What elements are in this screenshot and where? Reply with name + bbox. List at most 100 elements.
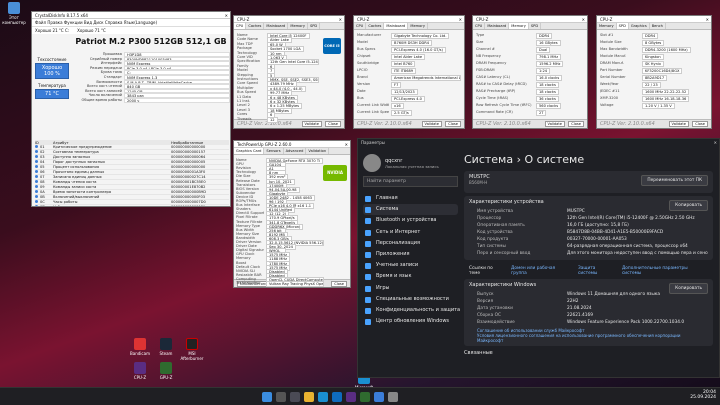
close-icon[interactable]: ✕ bbox=[582, 16, 585, 23]
validate-button[interactable]: Validate bbox=[668, 121, 689, 127]
close-icon[interactable]: ✕ bbox=[459, 16, 462, 23]
tab-spd[interactable]: SPD bbox=[308, 23, 321, 29]
crystaldiskinfo-icon[interactable] bbox=[374, 392, 384, 402]
tab-graphics-card[interactable]: Graphics Card bbox=[234, 148, 265, 154]
drive-tab[interactable]: Хорошо 21 °C C: bbox=[35, 28, 69, 33]
desktop-icon-this-pc[interactable]: Этот компьютер bbox=[2, 2, 26, 25]
tab-memory[interactable]: Memory bbox=[597, 23, 617, 29]
validate-button[interactable]: Validate bbox=[544, 121, 565, 127]
clock[interactable]: 20:04 25.09.2024 bbox=[690, 390, 716, 400]
desktop-icon-cpuz[interactable]: CPU-Z bbox=[128, 362, 152, 380]
sidebar-item[interactable]: Игры bbox=[363, 283, 458, 294]
sidebar-item[interactable]: Учетные записи bbox=[363, 260, 458, 271]
search-input[interactable]: Найти параметр bbox=[363, 176, 458, 187]
spec-field: FSB:DRAM 1:24 bbox=[476, 68, 551, 74]
edge-icon[interactable] bbox=[318, 392, 328, 402]
sidebar-item[interactable]: Персонализация bbox=[363, 238, 458, 249]
gpuz-icon[interactable] bbox=[360, 392, 370, 402]
sidebar-item[interactable]: Время и язык bbox=[363, 271, 458, 282]
user-profile[interactable]: qqcxnr Локальная учетная запись bbox=[363, 154, 458, 172]
menu-bar[interactable]: Файл Правка Функции Вид Диск Справка Язы… bbox=[32, 19, 230, 27]
tab-memory[interactable]: Memory bbox=[408, 23, 428, 29]
disk-model: Patriot M.2 P300 512GB 512,1 GB bbox=[75, 37, 227, 46]
close-button[interactable]: Close bbox=[325, 121, 341, 127]
close-icon[interactable]: ✕ bbox=[706, 16, 709, 23]
field-label: CAS# Latency (CL) bbox=[476, 75, 511, 79]
close-button[interactable]: Close bbox=[331, 281, 347, 287]
status-dot-icon bbox=[35, 165, 38, 169]
nvidia-logo: NVIDIA bbox=[323, 165, 347, 181]
tab-mainboard[interactable]: Mainboard bbox=[384, 23, 409, 29]
sidebar-item[interactable]: Центр обновления Windows bbox=[363, 316, 458, 327]
tab-sensors[interactable]: Sensors bbox=[264, 148, 284, 154]
tab-memory[interactable]: Memory bbox=[509, 23, 529, 29]
tab-graphics[interactable]: Graphics bbox=[629, 23, 650, 29]
spec-field: Part Number KF3200C16D4/8GX bbox=[600, 68, 683, 74]
tab-cpu[interactable]: CPU bbox=[354, 23, 367, 29]
tab-mainboard[interactable]: Mainboard bbox=[485, 23, 510, 29]
link-domain[interactable]: Домен или рабочая группа bbox=[511, 266, 572, 276]
smart-id-text: 01 bbox=[40, 145, 45, 150]
drive-tab[interactable]: Хорошо 71 °C bbox=[77, 28, 106, 33]
validate-button[interactable]: Validate bbox=[301, 121, 322, 127]
task-view-icon[interactable] bbox=[290, 392, 300, 402]
settings-icon[interactable] bbox=[388, 392, 398, 402]
smart-attribute: Небезопасные отключения bbox=[53, 204, 171, 206]
close-icon[interactable]: ✕ bbox=[339, 16, 342, 23]
sidebar-item[interactable]: Главная bbox=[363, 193, 458, 204]
file-explorer-icon[interactable] bbox=[304, 392, 314, 402]
tab-advanced[interactable]: Advanced bbox=[284, 148, 307, 154]
related-links: Ссылки по теме Домен или рабочая группа … bbox=[464, 263, 713, 279]
tab-mainboard[interactable]: Mainboard bbox=[264, 23, 289, 29]
close-icon[interactable]: ✕ bbox=[714, 139, 717, 146]
close-button[interactable]: Close bbox=[692, 121, 708, 127]
spec-label: Взаимодействие bbox=[477, 320, 515, 325]
tab-caches[interactable]: Caches bbox=[246, 23, 265, 29]
store-icon[interactable] bbox=[332, 392, 342, 402]
tab-cpu[interactable]: CPU bbox=[234, 23, 247, 29]
search-icon[interactable] bbox=[276, 392, 286, 402]
sidebar-item[interactable]: Приложения bbox=[363, 249, 458, 260]
tab-spd[interactable]: SPD bbox=[616, 23, 629, 29]
desktop-icon-afterburner[interactable]: MSI Afterburner bbox=[180, 338, 204, 361]
close-icon[interactable]: ✕ bbox=[225, 12, 228, 19]
link-license-terms[interactable]: Условия лицензионного соглашения на испо… bbox=[469, 333, 708, 343]
field-label: Voltage bbox=[600, 103, 614, 107]
sidebar-item[interactable]: Конфиденциальность и защита bbox=[363, 305, 460, 316]
desktop-icon-steam[interactable]: Steam bbox=[154, 338, 178, 356]
close-button[interactable]: Close bbox=[568, 121, 584, 127]
tab-validation[interactable]: Validation bbox=[306, 148, 330, 154]
related-heading: Связанные bbox=[464, 350, 493, 356]
sidebar-item[interactable]: Система bbox=[363, 204, 458, 216]
tab-caches[interactable]: Caches bbox=[366, 23, 385, 29]
close-icon[interactable]: ✕ bbox=[345, 141, 348, 148]
copy-button[interactable]: Копировать bbox=[669, 283, 708, 294]
link-advanced-settings[interactable]: Дополнительные параметры системы bbox=[622, 266, 708, 276]
desktop-icon-bandicam[interactable]: Bandicam bbox=[128, 338, 152, 356]
spec-label: Процессор bbox=[477, 216, 502, 221]
spec-label: Оперативная память bbox=[477, 223, 525, 228]
tab-spd[interactable]: SPD bbox=[529, 23, 542, 29]
tab-cpu[interactable]: CPU bbox=[473, 23, 486, 29]
tab-bench[interactable]: Bench bbox=[650, 23, 666, 29]
device-spec-card: Характеристики устройства Копировать Имя… bbox=[464, 196, 713, 260]
drive-selector[interactable]: Хорошо 21 °C C: Хорошо 71 °C bbox=[32, 27, 230, 34]
rename-pc-button[interactable]: Переименовать этот ПК bbox=[641, 175, 708, 186]
tab-memory[interactable]: Memory bbox=[288, 23, 308, 29]
spec-field: Brand American Megatrends International L… bbox=[357, 75, 461, 81]
start-icon[interactable] bbox=[262, 392, 272, 402]
desktop-icon-gpuz[interactable]: GPU-Z bbox=[154, 362, 178, 380]
field-label: Type bbox=[476, 33, 485, 37]
field-label: Instructions bbox=[237, 77, 259, 81]
sidebar-item[interactable]: Сеть и Интернет bbox=[363, 227, 458, 238]
crystaldiskinfo-window: CrystalDiskInfo 8.17.5 x64 ✕ Файл Правка … bbox=[31, 11, 231, 207]
table-row[interactable]: 0D Небезопасные отключения000000000000031 bbox=[35, 204, 229, 206]
sidebar-item[interactable]: Специальные возможности bbox=[363, 294, 458, 305]
validate-button[interactable]: Validate bbox=[421, 121, 442, 127]
copy-button[interactable]: Копировать bbox=[669, 200, 708, 211]
cpuz-icon[interactable] bbox=[346, 392, 356, 402]
link-system-protection[interactable]: Защита системы bbox=[578, 266, 616, 276]
sidebar-item[interactable]: Bluetooth и устройства bbox=[363, 215, 458, 226]
spec-field: RAS# Precharge (tRP) 18 clocks bbox=[476, 89, 559, 95]
close-button[interactable]: Close bbox=[445, 121, 461, 127]
